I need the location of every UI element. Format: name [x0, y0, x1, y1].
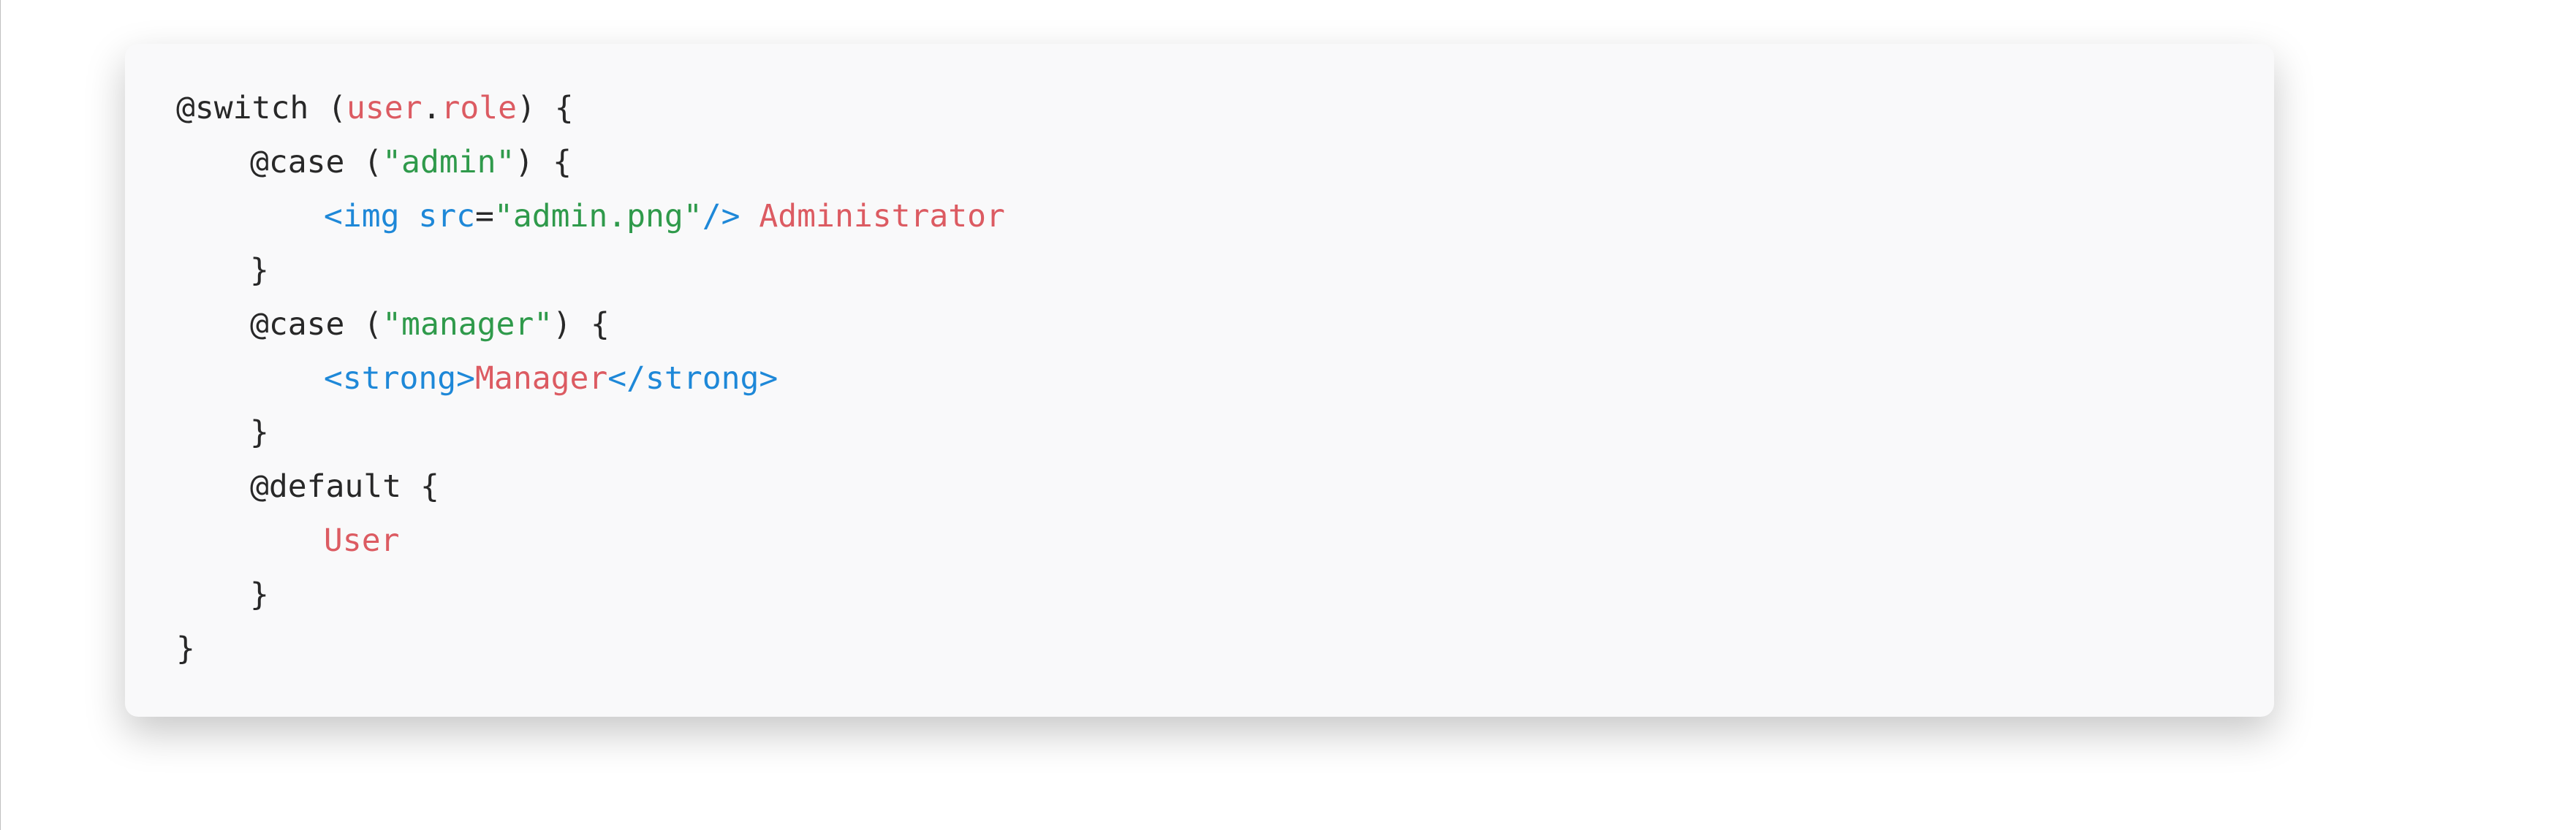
code-line: @case ("admin") {: [176, 136, 572, 190]
tok: Manager: [475, 360, 607, 397]
tok: @switch (: [176, 90, 346, 126]
tok: strong: [645, 360, 759, 397]
tok: =: [475, 198, 494, 235]
tok: role: [441, 90, 517, 126]
code-line: <img src="admin.png"/> Administrator: [176, 190, 1005, 244]
tok: }: [250, 414, 269, 451]
tok: src: [418, 198, 475, 235]
page-container: @switch (user.role) { @case ("admin") { …: [0, 0, 2576, 830]
tok: ) {: [553, 306, 610, 343]
tok: @default {: [250, 468, 439, 505]
code-line: @case ("manager") {: [176, 298, 610, 352]
tok: />: [702, 198, 740, 235]
tok: img: [343, 198, 400, 235]
code-card: @switch (user.role) { @case ("admin") { …: [125, 44, 2274, 717]
code-line: <strong>Manager</strong>: [176, 352, 778, 406]
tok: <: [324, 198, 343, 235]
tok: ) {: [517, 90, 574, 126]
tok: }: [250, 252, 269, 289]
tok: User: [324, 522, 400, 559]
tok: user: [346, 90, 423, 126]
tok: </: [607, 360, 645, 397]
tok: "manager": [382, 306, 553, 343]
tok: ) {: [515, 144, 572, 180]
tok: <: [324, 360, 343, 397]
tok: @case (: [250, 306, 382, 343]
code-line: }: [176, 631, 195, 667]
code-line: }: [176, 406, 269, 460]
tok: >: [759, 360, 778, 397]
code-line: User: [176, 514, 399, 568]
code-line: @default {: [176, 460, 439, 514]
tok: strong: [343, 360, 456, 397]
tok: @case (: [250, 144, 382, 180]
code-line: @switch (user.role) {: [176, 90, 574, 126]
tok: Administrator: [740, 198, 1005, 235]
tok: }: [250, 576, 269, 613]
code-line: }: [176, 244, 269, 298]
tok: [399, 198, 418, 235]
code-block: @switch (user.role) { @case ("admin") { …: [176, 82, 2223, 676]
code-line: }: [176, 568, 269, 622]
tok: "admin.png": [494, 198, 702, 235]
tok: >: [456, 360, 475, 397]
tok: "admin": [382, 144, 515, 180]
tok: }: [176, 631, 195, 667]
tok: .: [423, 90, 442, 126]
